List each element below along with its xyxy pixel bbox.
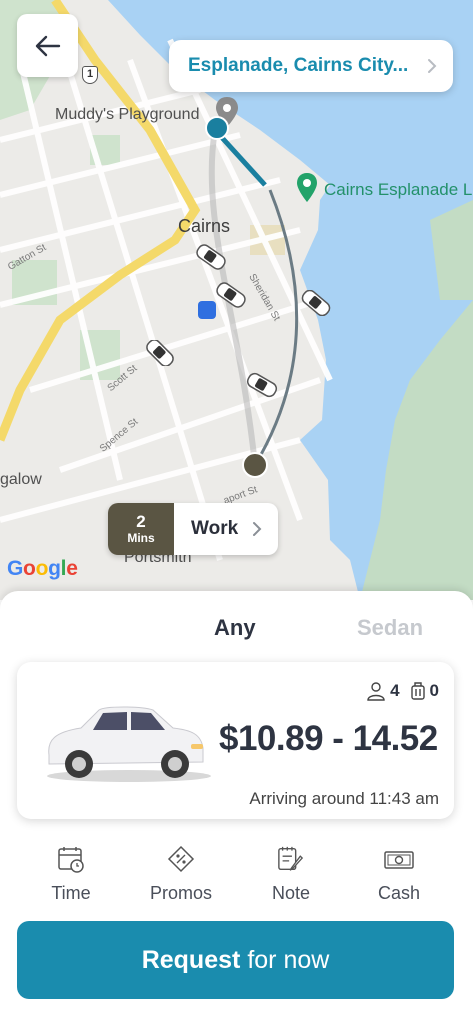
map-car-icon [146, 340, 174, 366]
cash-icon [384, 851, 414, 869]
arrival-time: Arriving around 11:43 am [249, 789, 439, 808]
map-label-bungalow: galow [0, 471, 42, 488]
pickup-pin-icon [205, 97, 238, 140]
map-label-city: Cairns [178, 216, 231, 236]
option-time[interactable]: Time [16, 845, 126, 904]
map-car-icon [301, 290, 331, 316]
dropoff-dot-icon [242, 452, 268, 478]
map-label-muddys: Muddy's Playground [55, 106, 200, 123]
luggage-icon [410, 682, 425, 700]
price-range: $10.89 - 14.52 [219, 719, 438, 758]
highway-shield: 1 [82, 66, 98, 84]
map-car-icon [216, 282, 246, 308]
passenger-icon [367, 682, 385, 701]
luggage-count: 0 [429, 681, 439, 700]
tab-sedan[interactable]: Sedan [357, 615, 423, 641]
option-cash-label: Cash [377, 883, 421, 903]
arrow-left-icon [35, 35, 60, 56]
ride-sheet: Any Sedan 4 0 $10.89 - 14.52 Arriving ar… [0, 591, 473, 1024]
request-button[interactable]: Request for now [17, 921, 454, 999]
destination-text: Esplanade, Cairns City... [188, 55, 409, 76]
option-cash[interactable]: Cash [344, 845, 454, 904]
chevron-right-icon [253, 522, 262, 536]
eta-value: 2 [136, 512, 146, 531]
promo-ticket-icon [167, 845, 195, 873]
google-logo: Google [7, 557, 78, 580]
option-promos[interactable]: Promos [126, 845, 236, 904]
request-label-strong: Request [141, 945, 241, 974]
option-time-label: Time [51, 883, 91, 903]
eta-destination-label: Work [191, 518, 239, 539]
ride-option-card[interactable]: 4 0 $10.89 - 14.52 Arriving around 11:43… [17, 662, 454, 819]
note-edit-icon [278, 846, 304, 871]
ride-options-bar: Time Promos Note Cash [0, 845, 473, 905]
request-label-rest: for now [247, 945, 330, 974]
sedan-car-icon [47, 706, 211, 782]
calendar-clock-icon [58, 847, 84, 873]
chevron-right-icon [428, 59, 437, 73]
eta-badge: 2 Mins [108, 503, 174, 555]
map-label-esplanade: Cairns Esplanade La [324, 180, 473, 199]
eta-work-pill[interactable]: 2 Mins Work [108, 503, 278, 555]
poi-pin-icon [297, 173, 317, 202]
back-button[interactable] [17, 14, 78, 77]
tab-any[interactable]: Any [214, 615, 256, 641]
eta-unit: Mins [127, 531, 155, 545]
capacity-info: 4 0 [366, 681, 439, 701]
option-note[interactable]: Note [236, 845, 346, 904]
option-promos-label: Promos [149, 883, 212, 903]
map-car-icon [196, 244, 226, 270]
option-note-label: Note [271, 883, 311, 903]
passenger-count: 4 [390, 681, 400, 700]
map-car-icon [246, 372, 278, 398]
destination-card[interactable]: Esplanade, Cairns City... [169, 40, 453, 92]
map-view[interactable]: Muddy's Playground Cairns Cairns Esplana… [0, 0, 473, 600]
